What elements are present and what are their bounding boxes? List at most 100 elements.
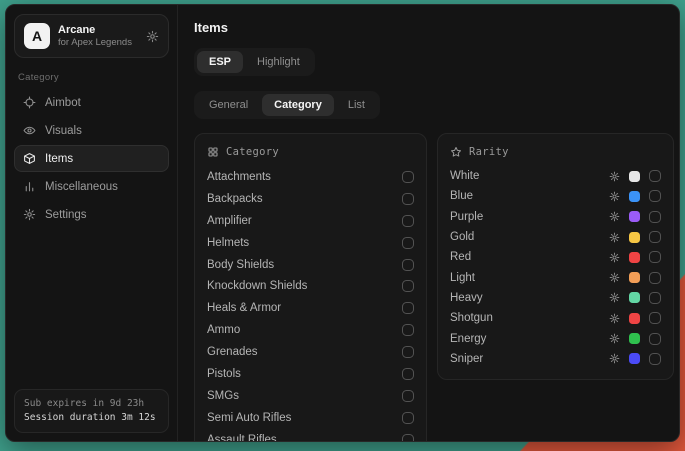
view-tabs: General Category List <box>194 91 380 119</box>
rarity-checkbox[interactable] <box>649 292 661 304</box>
brand-subtitle: for Apex Legends <box>58 37 138 49</box>
gear-icon[interactable] <box>609 333 620 344</box>
category-checkbox[interactable] <box>402 171 414 183</box>
gear-icon[interactable] <box>609 353 620 364</box>
color-swatch[interactable] <box>629 171 640 182</box>
rarity-checkbox[interactable] <box>649 190 661 202</box>
category-row: Ammo <box>207 319 414 341</box>
color-swatch[interactable] <box>629 313 640 324</box>
session-duration-text: Session duration 3m 12s <box>24 411 159 425</box>
color-swatch[interactable] <box>629 211 640 222</box>
rarity-checkbox[interactable] <box>649 353 661 365</box>
rarity-row-controls <box>609 312 661 324</box>
box-icon <box>23 152 36 165</box>
category-row-label: Backpacks <box>207 193 263 205</box>
rarity-row-controls <box>609 211 661 223</box>
sidebar-item-label: Items <box>45 153 73 165</box>
rarity-checkbox[interactable] <box>649 211 661 223</box>
category-panel-title: Category <box>226 146 279 158</box>
sidebar-item-items[interactable]: Items <box>14 145 169 172</box>
sidebar-item-settings[interactable]: Settings <box>14 201 169 228</box>
brand-card: A Arcane for Apex Legends <box>14 14 169 58</box>
category-checkbox[interactable] <box>402 280 414 292</box>
page-title: Items <box>194 20 674 35</box>
gear-icon[interactable] <box>146 30 159 43</box>
rarity-checkbox[interactable] <box>649 251 661 263</box>
category-panel-header: Category <box>207 144 414 160</box>
tab-highlight[interactable]: Highlight <box>245 51 312 73</box>
category-checkbox[interactable] <box>402 259 414 271</box>
app-window: A Arcane for Apex Legends Category Aimbo <box>5 4 680 442</box>
sidebar-item-aimbot[interactable]: Aimbot <box>14 89 169 116</box>
brand-text: Arcane for Apex Legends <box>58 24 138 49</box>
color-swatch[interactable] <box>629 191 640 202</box>
sidebar-item-label: Settings <box>45 209 87 221</box>
category-checkbox[interactable] <box>402 412 414 424</box>
gear-icon[interactable] <box>609 211 620 222</box>
category-checkbox[interactable] <box>402 368 414 380</box>
color-swatch[interactable] <box>629 292 640 303</box>
category-row-label: Knockdown Shields <box>207 280 307 292</box>
color-swatch[interactable] <box>629 272 640 283</box>
rarity-panel-title: Rarity <box>469 146 509 158</box>
rarity-row-controls <box>609 190 661 202</box>
panels-row: Category Attachments Backpacks <box>194 133 674 442</box>
category-panel: Category Attachments Backpacks <box>194 133 427 442</box>
gear-icon[interactable] <box>609 292 620 303</box>
tab-list[interactable]: List <box>336 94 377 116</box>
gear-icon[interactable] <box>609 191 620 202</box>
sidebar-item-visuals[interactable]: Visuals <box>14 117 169 144</box>
tab-category[interactable]: Category <box>262 94 334 116</box>
category-row: Knockdown Shields <box>207 275 414 297</box>
rarity-checkbox[interactable] <box>649 312 661 324</box>
rarity-row-controls <box>609 231 661 243</box>
rarity-row-controls <box>609 170 661 182</box>
category-row: Backpacks <box>207 188 414 210</box>
category-checkbox[interactable] <box>402 193 414 205</box>
color-swatch[interactable] <box>629 333 640 344</box>
bars-icon <box>23 180 36 193</box>
category-checkbox[interactable] <box>402 215 414 227</box>
sub-expires-text: Sub expires in 9d 23h <box>24 397 159 411</box>
rarity-panel-header: Rarity <box>450 144 661 160</box>
category-row-label: Heals & Armor <box>207 302 281 314</box>
gear-icon[interactable] <box>609 313 620 324</box>
category-row: Pistols <box>207 363 414 385</box>
rarity-checkbox[interactable] <box>649 333 661 345</box>
category-checkbox[interactable] <box>402 324 414 336</box>
gear-icon <box>23 208 36 221</box>
rarity-checkbox[interactable] <box>649 272 661 284</box>
rarity-row-label: Blue <box>450 190 473 202</box>
category-row-label: SMGs <box>207 390 239 402</box>
category-row-label: Grenades <box>207 346 258 358</box>
category-row-label: Semi Auto Rifles <box>207 412 291 424</box>
main-content: Items ESP Highlight General Category Lis… <box>178 5 680 441</box>
category-checkbox[interactable] <box>402 434 414 442</box>
subscription-info: Sub expires in 9d 23h Session duration 3… <box>14 389 169 433</box>
sidebar: A Arcane for Apex Legends Category Aimbo <box>6 5 178 441</box>
gear-icon[interactable] <box>609 232 620 243</box>
grid-icon <box>207 146 219 158</box>
rarity-row: Gold <box>450 227 661 247</box>
rarity-checkbox[interactable] <box>649 231 661 243</box>
gear-icon[interactable] <box>609 272 620 283</box>
color-swatch[interactable] <box>629 353 640 364</box>
tab-general[interactable]: General <box>197 94 260 116</box>
gear-icon[interactable] <box>609 171 620 182</box>
tab-esp[interactable]: ESP <box>197 51 243 73</box>
category-list: Attachments Backpacks Amplifier <box>207 166 414 442</box>
category-checkbox[interactable] <box>402 237 414 249</box>
category-checkbox[interactable] <box>402 346 414 358</box>
rarity-row-controls <box>609 333 661 345</box>
gear-icon[interactable] <box>609 252 620 263</box>
color-swatch[interactable] <box>629 252 640 263</box>
sidebar-item-label: Visuals <box>45 125 82 137</box>
category-row: Attachments <box>207 166 414 188</box>
rarity-row-label: Light <box>450 272 475 284</box>
category-checkbox[interactable] <box>402 390 414 402</box>
sidebar-item-miscellaneous[interactable]: Miscellaneous <box>14 173 169 200</box>
category-checkbox[interactable] <box>402 302 414 314</box>
color-swatch[interactable] <box>629 232 640 243</box>
star-icon <box>450 146 462 158</box>
rarity-checkbox[interactable] <box>649 170 661 182</box>
